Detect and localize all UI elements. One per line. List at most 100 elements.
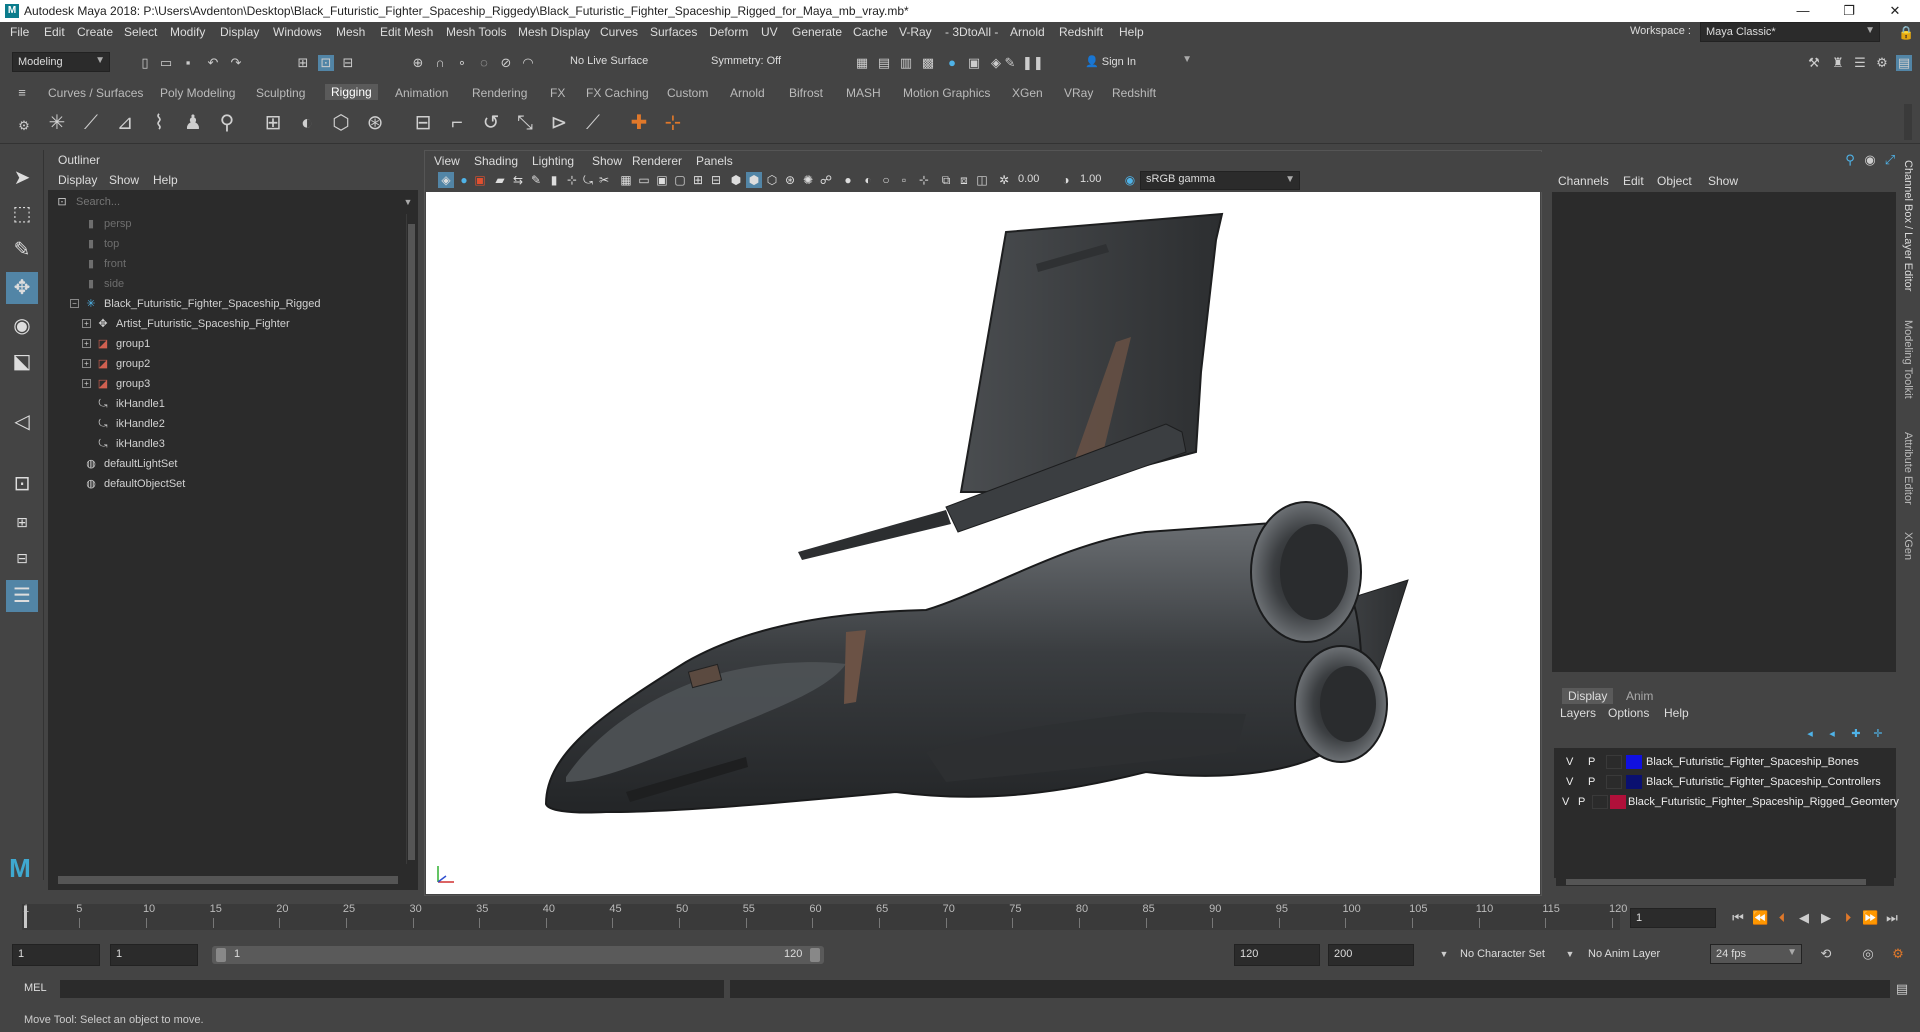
layers-hscroll[interactable] <box>1556 878 1894 886</box>
expand-icon[interactable]: + <box>82 319 91 328</box>
vray-settings-icon[interactable]: ✎ <box>1002 55 1018 71</box>
grid-toggle-icon[interactable]: ▮ <box>546 172 562 188</box>
scale-tool-icon[interactable]: ⬕ <box>6 346 38 378</box>
paint-select-tool-icon[interactable]: ✎ <box>6 234 38 266</box>
screen-space-ao-icon[interactable]: ✺ <box>800 172 816 188</box>
viewport-menu-lighting[interactable]: Lighting <box>532 154 574 168</box>
layers-tab-display[interactable]: Display <box>1562 688 1614 704</box>
layers-menu-help[interactable]: Help <box>1664 706 1689 720</box>
outliner-item-group1[interactable]: ◪ group1 <box>96 334 150 354</box>
menu-vray[interactable]: V-Ray <box>899 25 932 39</box>
snap-together-icon[interactable]: ◠ <box>520 55 536 71</box>
shelf-options-icon[interactable]: ⚙ <box>16 118 32 134</box>
tab-vray[interactable]: VRay <box>1064 86 1093 100</box>
ik-handle-tool-icon[interactable]: ⟋ <box>76 108 106 138</box>
outliner-item-ikhandle1[interactable]: ⤿ ikHandle1 <box>96 394 165 414</box>
hud-icon[interactable]: ◫ <box>974 172 990 188</box>
tab-motion-graphics[interactable]: Motion Graphics <box>903 86 990 100</box>
current-time-indicator[interactable] <box>24 906 27 928</box>
menu-modify[interactable]: Modify <box>170 25 205 39</box>
layer-name[interactable]: Black_Futuristic_Fighter_Spaceship_Contr… <box>1646 772 1881 792</box>
outliner-item-defaultlightset[interactable]: ◍ defaultLightSet <box>84 454 177 474</box>
side-tab-channel-box[interactable]: Channel Box / Layer Editor <box>1902 160 1914 291</box>
quick-rig-icon[interactable]: ♟ <box>178 108 208 138</box>
channel-layer-splitter[interactable] <box>1552 672 1896 682</box>
menu-edit[interactable]: Edit <box>44 25 65 39</box>
pole-vector-icon[interactable]: ⟋ <box>578 108 608 138</box>
layer-type-slot[interactable] <box>1606 775 1622 789</box>
channels-menu-object[interactable]: Object <box>1657 174 1692 188</box>
layer-color-swatch[interactable] <box>1626 775 1642 789</box>
play-backward-icon[interactable]: ◀ <box>1796 910 1812 926</box>
layers-menu-options[interactable]: Options <box>1608 706 1649 720</box>
image-plane-icon[interactable]: ▰ <box>492 172 508 188</box>
humanik-icon[interactable]: ⚲ <box>212 108 242 138</box>
outliner-menu-show[interactable]: Show <box>109 173 139 187</box>
grid-icon[interactable]: ▦ <box>618 172 634 188</box>
play-forward-icon[interactable]: ▶ <box>1818 910 1834 926</box>
step-forward-key-icon[interactable]: ⏩ <box>1862 910 1878 926</box>
modeling-toolkit-icon[interactable]: ⚒ <box>1806 55 1822 71</box>
safe-title-icon[interactable]: ▢ <box>672 172 688 188</box>
viewport-menu-shading[interactable]: Shading <box>474 154 518 168</box>
range-start-handle[interactable] <box>216 948 226 962</box>
layer-playback-toggle[interactable]: P <box>1588 772 1595 792</box>
go-to-end-icon[interactable]: ⏭ <box>1884 910 1900 926</box>
snap-point-icon[interactable]: ∘ <box>454 55 470 71</box>
orient-constraint-icon[interactable]: ↺ <box>476 108 506 138</box>
render-settings-icon[interactable]: ▥ <box>898 55 914 71</box>
cluster-icon[interactable]: ⊛ <box>360 108 390 138</box>
expand-icon[interactable]: + <box>82 379 91 388</box>
outliner-menu-display[interactable]: Display <box>58 173 97 187</box>
snap-live-icon[interactable]: ⊘ <box>498 55 514 71</box>
move-layer-up-icon[interactable]: ◂ <box>1802 726 1818 742</box>
rotate-tool-icon[interactable]: ◉ <box>6 310 38 342</box>
xray-joints-icon[interactable]: ⊹ <box>916 172 932 188</box>
lock-icon[interactable]: 🔒 <box>1898 25 1914 41</box>
tab-animation[interactable]: Animation <box>395 86 448 100</box>
menu-windows[interactable]: Windows <box>273 25 322 39</box>
scale-constraint-icon[interactable]: ⤡ <box>510 108 540 138</box>
outliner-item-persp[interactable]: ▮ persp <box>84 214 132 234</box>
side-by-side-icon[interactable]: ⊟ <box>6 542 38 574</box>
step-back-frame-icon[interactable]: ⏴ <box>1774 910 1790 926</box>
shadows-icon[interactable]: ⊛ <box>782 172 798 188</box>
view-transform-dropdown[interactable]: sRGB gamma ▼ <box>1140 171 1300 190</box>
chevron-down-icon[interactable]: ▼ <box>1436 946 1452 962</box>
layer-row[interactable]: V P Black_Futuristic_Fighter_Spaceship_C… <box>1554 772 1896 792</box>
outliner-item-defaultobjectset[interactable]: ◍ defaultObjectSet <box>84 474 185 494</box>
wireframe-on-shaded-icon[interactable]: ⬢ <box>728 172 744 188</box>
tab-rendering[interactable]: Rendering <box>472 86 527 100</box>
layer-visibility-toggle[interactable]: V <box>1566 752 1573 772</box>
render-view-icon[interactable]: ● <box>944 55 960 71</box>
playback-end-field[interactable]: 120 <box>1234 944 1320 966</box>
viewport-menu-panels[interactable]: Panels <box>696 154 733 168</box>
tab-fx[interactable]: FX <box>550 86 565 100</box>
grease-pencil-icon[interactable]: ✎ <box>528 172 544 188</box>
live-surface-field[interactable]: No Live Surface <box>565 52 665 72</box>
aim-constraint-icon[interactable]: ⊳ <box>544 108 574 138</box>
auto-key-icon[interactable]: ◎ <box>1860 946 1876 962</box>
layer-type-slot[interactable] <box>1606 755 1622 769</box>
range-bar[interactable]: 1 120 <box>212 946 824 964</box>
layer-color-swatch[interactable] <box>1610 795 1626 809</box>
minimize-button[interactable]: — <box>1780 0 1826 22</box>
exposure-field[interactable]: 0.00 <box>1014 172 1054 189</box>
menu-deform[interactable]: Deform <box>709 25 748 39</box>
channels-menu-show[interactable]: Show <box>1708 174 1738 188</box>
layer-type-slot[interactable] <box>1592 795 1608 809</box>
layer-playback-toggle[interactable]: P <box>1578 792 1585 812</box>
select-object-icon[interactable]: ⊡ <box>318 55 334 71</box>
character-set-dropdown[interactable]: No Character Set <box>1460 948 1545 960</box>
menu-3dtoall[interactable]: - 3DtoAll - <box>945 25 998 39</box>
range-end-handle[interactable] <box>810 948 820 962</box>
tab-sculpting[interactable]: Sculpting <box>256 86 305 100</box>
render-region-icon[interactable]: ▤ <box>876 55 892 71</box>
outliner-item-side[interactable]: ▮ side <box>84 274 124 294</box>
field-chart-icon[interactable]: ▭ <box>636 172 652 188</box>
move-layer-down-icon[interactable]: ◂ <box>1824 726 1840 742</box>
pause-icon[interactable]: ❚❚ <box>1022 55 1044 71</box>
close-button[interactable]: ✕ <box>1872 0 1918 22</box>
outliner-item-group3[interactable]: ◪ group3 <box>96 374 150 394</box>
current-frame-field[interactable]: 1 <box>1630 908 1716 928</box>
